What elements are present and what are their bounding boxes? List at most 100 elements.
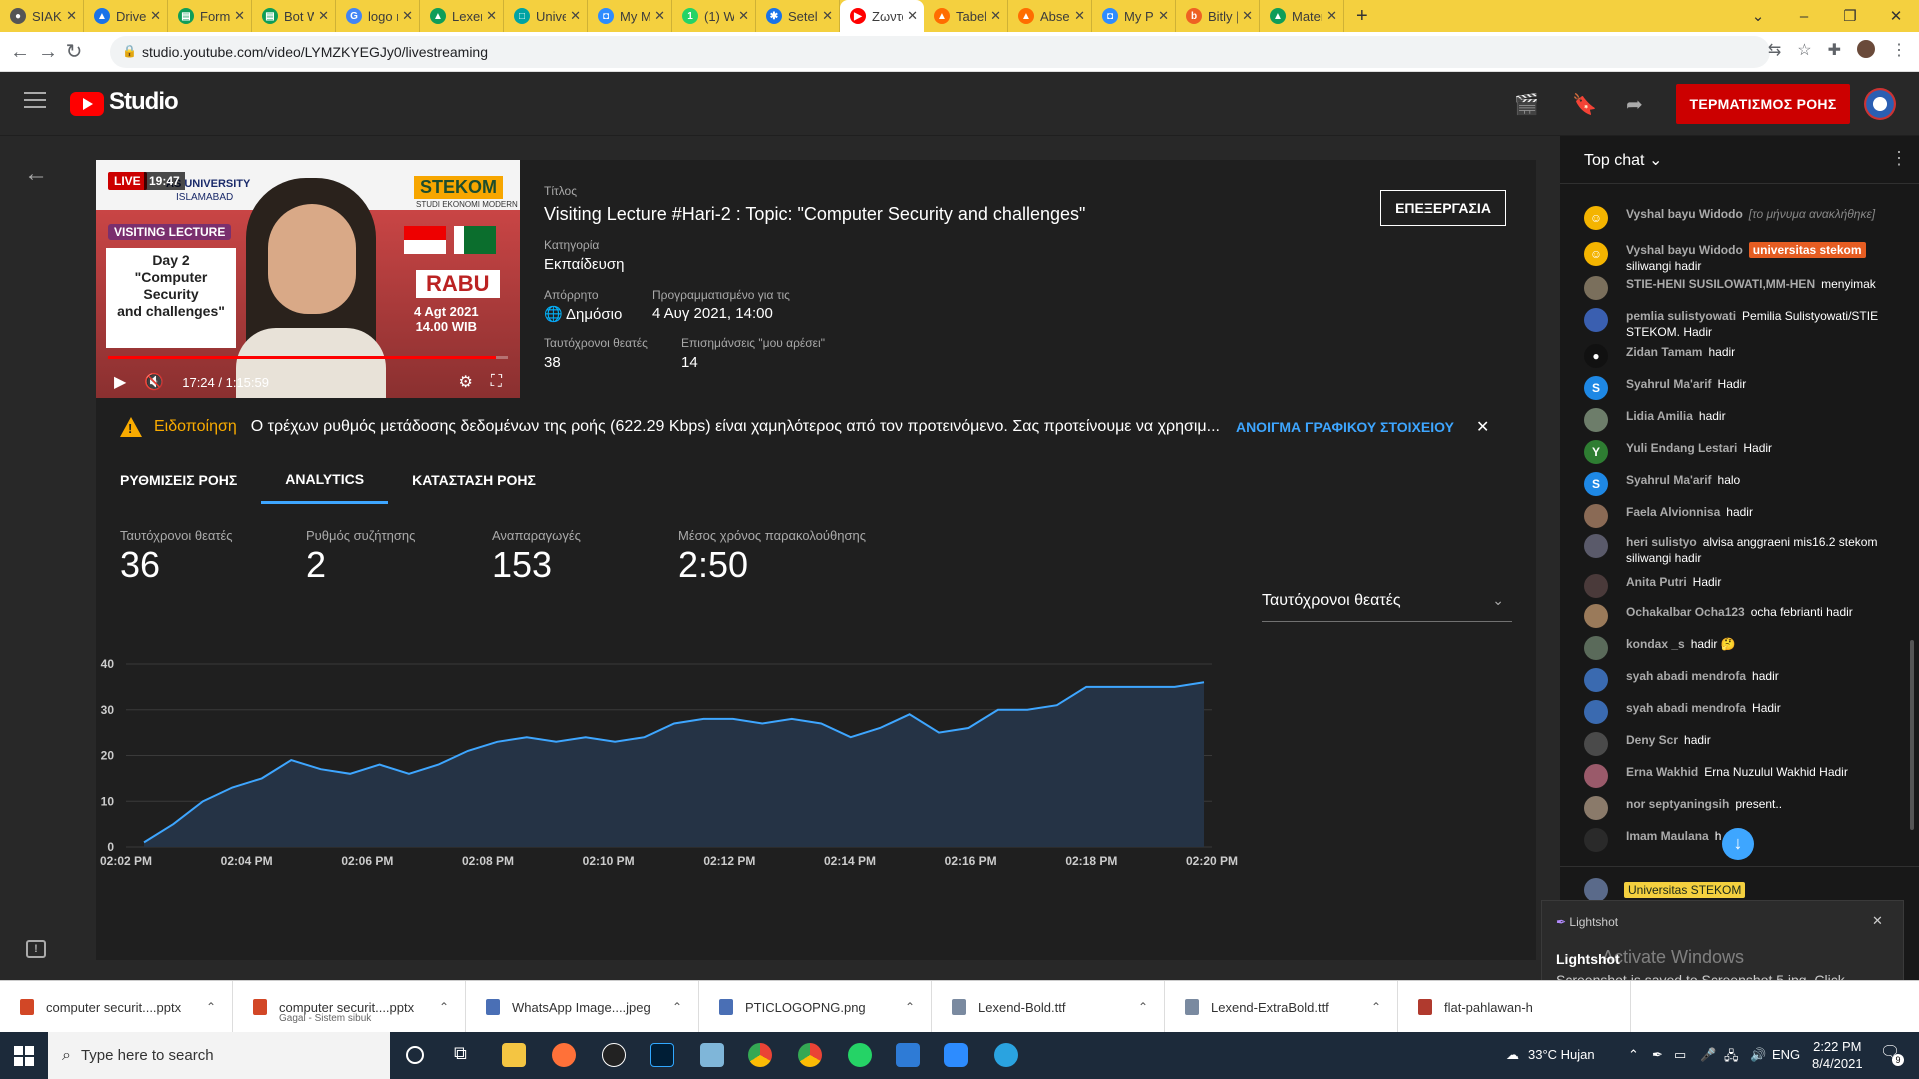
chat-message[interactable]: S Syahrul Ma'arif halo: [1584, 472, 1904, 496]
close-window-button[interactable]: ✕: [1873, 7, 1919, 25]
chat-message[interactable]: Y Yuli Endang Lestari Hadir: [1584, 440, 1904, 464]
notice-close-icon[interactable]: ✕: [1476, 417, 1489, 437]
fullscreen-icon[interactable]: ⛶: [491, 373, 502, 391]
new-tab-button[interactable]: +: [1356, 5, 1368, 28]
chat-message[interactable]: S Syahrul Ma'arif Hadir: [1584, 376, 1904, 400]
settings-gear-icon[interactable]: ⚙: [458, 372, 472, 392]
metric-dropdown[interactable]: Ταυτόχρονοι θεατές ⌄: [1262, 588, 1512, 622]
back-icon[interactable]: ←: [8, 40, 32, 64]
chat-message[interactable]: Anita Putri Hadir: [1584, 574, 1904, 598]
toast-close-icon[interactable]: ✕: [1872, 913, 1883, 929]
download-menu-icon[interactable]: ⌃: [1371, 1000, 1381, 1014]
tab-close-icon[interactable]: ✕: [990, 8, 1001, 24]
network-icon[interactable]: 🖧: [1724, 1047, 1739, 1069]
open-widget-link[interactable]: ΑΝΟΙΓΜΑ ΓΡΑΦΙΚΟΥ ΣΤΟΙΧΕΙΟΥ: [1236, 419, 1454, 435]
tray-battery-icon[interactable]: ▭: [1674, 1047, 1686, 1063]
video-player[interactable]: AS UNIVERSITY ISLAMABAD STEKOM STUDI EKO…: [96, 160, 520, 398]
chat-message[interactable]: STIE-HENI SUSILOWATI,MM-HEN menyimak: [1584, 276, 1904, 300]
tab-close-icon[interactable]: ✕: [907, 8, 918, 24]
tray-chevron-icon[interactable]: ⌃: [1628, 1047, 1639, 1063]
chat-message[interactable]: Deny Scr hadir: [1584, 732, 1904, 756]
chat-message[interactable]: pemlia sulistyowati Pemilia Sulistyowati/…: [1584, 308, 1904, 340]
browser-tab[interactable]: ● SIAKAD✕: [0, 0, 84, 32]
tab-2[interactable]: ΚΑΤΑΣΤΑΣΗ ΡΟΗΣ: [388, 456, 560, 504]
chat-message[interactable]: Faela Alvionnisa hadir: [1584, 504, 1904, 528]
download-item[interactable]: computer securit....pptx ⌃: [0, 981, 233, 1033]
tab-close-icon[interactable]: ✕: [738, 8, 749, 24]
browser-tab[interactable]: ▲ Absens✕: [1008, 0, 1092, 32]
telegram-icon[interactable]: [994, 1043, 1018, 1067]
download-menu-icon[interactable]: ⌃: [1138, 1000, 1148, 1014]
tab-1[interactable]: ANALYTICS: [261, 456, 389, 504]
chat-message[interactable]: Lidia Amilia hadir: [1584, 408, 1904, 432]
firefox-icon[interactable]: [552, 1043, 576, 1067]
channel-avatar[interactable]: [1864, 88, 1896, 120]
download-menu-icon[interactable]: ⌃: [439, 1000, 449, 1014]
notepad-icon[interactable]: [700, 1043, 724, 1067]
microphone-icon[interactable]: 🎤: [1700, 1047, 1716, 1063]
chat-message[interactable]: nor septyaningsih present..: [1584, 796, 1904, 820]
browser-tab[interactable]: ◘ My Me✕: [588, 0, 672, 32]
zoom-icon[interactable]: [944, 1043, 968, 1067]
tab-close-icon[interactable]: ✕: [402, 8, 413, 24]
youtube-logo-icon[interactable]: [70, 92, 104, 116]
reload-icon[interactable]: ↻: [62, 40, 86, 64]
chat-message[interactable]: Ochakalbar Ocha123 ocha febrianti hadir: [1584, 604, 1904, 628]
weather-icon[interactable]: ☁: [1506, 1047, 1519, 1063]
share-icon[interactable]: ➦: [1626, 92, 1643, 117]
volume-icon[interactable]: 🔊: [1750, 1047, 1766, 1063]
chrome-active-icon[interactable]: [798, 1043, 822, 1067]
browser-tab[interactable]: Glogo ri✕: [336, 0, 420, 32]
download-item[interactable]: WhatsApp Image....jpeg ⌃: [466, 981, 699, 1033]
download-item[interactable]: flat-pahlawan-h: [1398, 981, 1631, 1033]
chat-message[interactable]: heri sulistyo alvisa anggraeni mis16.2 st…: [1584, 534, 1904, 566]
url-input[interactable]: 🔒 studio.youtube.com/video/LYMZKYEGJy0/l…: [110, 36, 1770, 68]
forward-icon[interactable]: →: [36, 40, 60, 64]
weather-text[interactable]: 33°C Hujan: [1528, 1047, 1595, 1062]
browser-tab[interactable]: ✱ Setelan✕: [756, 0, 840, 32]
vscode-icon[interactable]: [896, 1043, 920, 1067]
video-progress-bar[interactable]: [108, 356, 508, 359]
windows-start-icon[interactable]: [14, 1046, 34, 1066]
download-item[interactable]: computer securit....pptx Gagal - Sistem s…: [233, 981, 466, 1033]
play-icon[interactable]: ▶: [114, 372, 126, 392]
browser-tab[interactable]: □ Univers✕: [504, 0, 588, 32]
chat-message[interactable]: ☺ Vyshal bayu Widodo universitas stekom sil…: [1584, 242, 1904, 274]
cortana-icon[interactable]: [406, 1046, 424, 1064]
whatsapp-icon[interactable]: [848, 1043, 872, 1067]
back-arrow-icon[interactable]: ←: [24, 160, 48, 188]
feedback-icon[interactable]: !: [26, 940, 46, 958]
tab-close-icon[interactable]: ✕: [654, 8, 665, 24]
browser-tab[interactable]: ▲ Materi✕: [1260, 0, 1344, 32]
tab-0[interactable]: ΡΥΘΜΙΣΕΙΣ ΡΟΗΣ: [96, 456, 261, 504]
chat-scrollbar[interactable]: [1910, 640, 1914, 830]
download-menu-icon[interactable]: ⌃: [672, 1000, 682, 1014]
browser-tab[interactable]: ▲ Lexend✕: [420, 0, 504, 32]
browser-tab[interactable]: b Bitly | L✕: [1176, 0, 1260, 32]
end-stream-button[interactable]: ΤΕΡΜΑΤΙΣΜΟΣ ΡΟΗΣ: [1676, 84, 1850, 124]
tab-close-icon[interactable]: ✕: [66, 8, 77, 24]
tab-close-icon[interactable]: ✕: [1158, 8, 1169, 24]
browser-tab[interactable]: ▶ Ζωντα✕: [840, 0, 924, 32]
task-view-icon[interactable]: ⧉: [454, 1043, 478, 1067]
restore-button[interactable]: ❐: [1827, 7, 1873, 25]
tab-close-icon[interactable]: ✕: [486, 8, 497, 24]
tab-search-icon[interactable]: ⌄: [1735, 7, 1781, 25]
menu-icon[interactable]: [24, 92, 46, 113]
chat-message[interactable]: ☺ Vyshal bayu Widodo [το μήνυμα ανακλήθηκε…: [1584, 206, 1904, 230]
chat-message[interactable]: kondax _s hadir 🤔: [1584, 636, 1904, 660]
browser-tab[interactable]: ▤ Form K✕: [168, 0, 252, 32]
clapperboard-icon[interactable]: 🎬: [1514, 92, 1539, 117]
download-menu-icon[interactable]: ⌃: [905, 1000, 915, 1014]
download-item[interactable]: Lexend-Bold.ttf ⌃: [932, 981, 1165, 1033]
photoshop-icon[interactable]: [650, 1043, 674, 1067]
browser-tab[interactable]: ▤ Bot WA✕: [252, 0, 336, 32]
taskbar-search[interactable]: ⌕ Type here to search: [48, 1032, 390, 1079]
download-item[interactable]: Lexend-ExtraBold.ttf ⌃: [1165, 981, 1398, 1033]
download-menu-icon[interactable]: ⌃: [206, 1000, 216, 1014]
chat-message[interactable]: Erna Wakhid Erna Nuzulul Wakhid Hadir: [1584, 764, 1904, 788]
minimize-button[interactable]: –: [1781, 8, 1827, 25]
language-indicator[interactable]: ENG: [1772, 1047, 1800, 1062]
chrome-icon[interactable]: [748, 1043, 772, 1067]
chat-message[interactable]: syah abadi mendrofa Hadir: [1584, 700, 1904, 724]
